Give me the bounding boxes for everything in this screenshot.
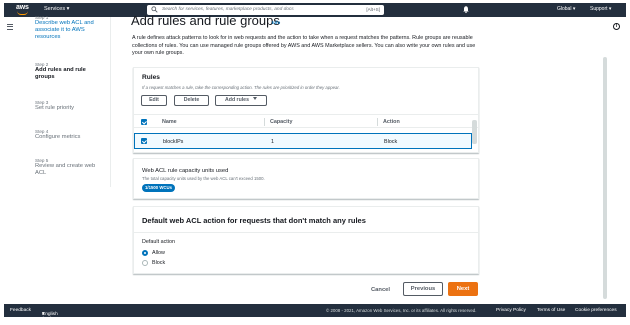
table-scrollbar[interactable]	[472, 120, 477, 144]
bell-icon[interactable]	[462, 5, 470, 14]
default-action-title: Default web ACL action for requests that…	[142, 216, 366, 225]
search-shortcut: [Alt+S]	[366, 7, 380, 12]
rule-name: blockIPs	[163, 139, 184, 145]
previous-button[interactable]: Previous	[403, 282, 443, 296]
allow-radio-label[interactable]: Allow	[152, 250, 165, 256]
page-scrollbar[interactable]	[603, 57, 607, 299]
select-all-checkbox[interactable]	[141, 119, 147, 125]
caret-down-icon: ▾	[42, 312, 45, 317]
feedback-link[interactable]: Feedback	[10, 308, 31, 313]
step-name: Set rule priority	[35, 105, 74, 111]
capacity-subtitle: The total capacity units used by the web…	[142, 176, 265, 181]
step-name: Review and create web ACL	[35, 163, 96, 176]
step-name: Configure metrics	[35, 134, 81, 140]
add-rules-label: Add rules	[225, 97, 249, 103]
terms-link[interactable]: Terms of Use	[537, 308, 565, 313]
rule-capacity: 1	[271, 139, 274, 145]
footer: Feedback English (US) ▾ © 2008 - 2021, A…	[4, 304, 626, 322]
step-name: Add rules and rule groups	[35, 67, 86, 80]
step-5: Step 5 Review and create web ACL	[35, 158, 107, 177]
column-header-name[interactable]: Name	[162, 119, 177, 125]
block-radio-label[interactable]: Block	[152, 260, 165, 266]
services-menu[interactable]: Services ▾	[44, 6, 69, 12]
cookie-preferences-link[interactable]: Cookie preferences	[575, 308, 617, 313]
wizard-steps: Step 1 Describe web ACL and associate it…	[19, 15, 111, 187]
column-divider	[264, 118, 265, 126]
help-info-icon[interactable]: i	[613, 23, 620, 30]
caret-down-icon: ▾	[608, 6, 612, 12]
column-header-capacity[interactable]: Capacity	[270, 119, 292, 125]
services-label: Services	[44, 6, 66, 12]
column-header-action[interactable]: Action	[383, 119, 400, 125]
divider	[134, 232, 478, 233]
step-2: Step 2 Add rules and rule groups	[35, 62, 97, 81]
search-placeholder: Search for services, features, marketpla…	[162, 7, 294, 12]
page-description: A rule defines attack patterns to look f…	[132, 35, 476, 56]
region-selector[interactable]: Global ▾	[557, 6, 575, 12]
console-frame: aws Services ▾ Search for services, feat…	[0, 0, 630, 325]
rules-panel: Rules If a request matches a rule, take …	[133, 67, 479, 153]
menu-icon[interactable]	[7, 24, 13, 30]
allow-radio[interactable]	[142, 250, 148, 256]
edit-button[interactable]: Edit	[141, 95, 167, 106]
aws-smile-icon	[17, 11, 28, 15]
default-action-label: Default action	[142, 239, 175, 245]
step-name[interactable]: Describe web ACL and associate it to AWS…	[35, 20, 107, 41]
wcu-badge: 1/1500 WCUs	[142, 184, 175, 192]
rules-table-header: Name Capacity Action	[134, 114, 478, 128]
step-4: Step 4 Configure metrics	[35, 129, 80, 141]
step-3: Step 3 Set rule priority	[35, 100, 74, 112]
rules-title: Rules	[142, 74, 160, 81]
info-link[interactable]: Info	[272, 20, 280, 25]
caret-down-icon: ▾	[66, 6, 70, 12]
caret-down-icon: ▾	[572, 6, 576, 12]
rule-action: Block	[384, 139, 398, 145]
region-label: Global	[557, 6, 572, 12]
delete-button[interactable]: Delete	[174, 95, 209, 106]
aws-logo[interactable]: aws	[15, 3, 31, 17]
cancel-button[interactable]: Cancel	[371, 287, 390, 293]
privacy-link[interactable]: Privacy Policy	[496, 308, 526, 313]
column-divider	[377, 118, 378, 126]
capacity-panel: Web ACL rule capacity units used The tot…	[133, 158, 479, 199]
support-menu[interactable]: Support ▾	[590, 6, 611, 12]
row-checkbox[interactable]	[141, 138, 147, 144]
next-button[interactable]: Next	[448, 282, 478, 296]
page-title: Add rules and rule groups	[131, 13, 280, 28]
support-label: Support	[590, 6, 608, 12]
step-1[interactable]: Step 1 Describe web ACL and associate it…	[35, 15, 107, 41]
caret-down-icon	[252, 97, 257, 100]
add-rules-button[interactable]: Add rules	[215, 95, 267, 106]
capacity-title: Web ACL rule capacity units used	[142, 168, 229, 174]
table-row[interactable]: blockIPs 1 Block	[134, 133, 472, 149]
copyright: © 2008 - 2021, Amazon Web Services, Inc.…	[326, 308, 477, 313]
rules-subtitle: If a request matches a rule, take the co…	[142, 85, 340, 90]
block-radio[interactable]	[142, 260, 148, 266]
aws-logo-text: aws	[16, 4, 29, 11]
search-icon	[151, 6, 158, 13]
default-action-panel: Default web ACL action for requests that…	[133, 206, 479, 274]
